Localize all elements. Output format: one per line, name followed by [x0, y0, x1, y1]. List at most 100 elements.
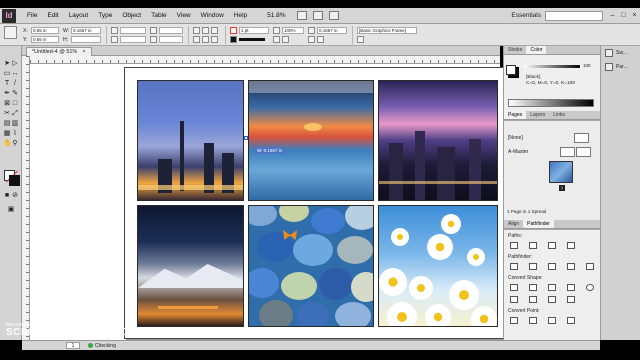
shear-field[interactable] — [159, 36, 183, 43]
stroke-color-icon[interactable] — [9, 175, 20, 186]
stroke-type-preview[interactable] — [239, 38, 265, 41]
minus-back-icon[interactable] — [586, 263, 594, 270]
menu-table[interactable]: Table — [146, 12, 172, 19]
tint-value[interactable]: 100 — [583, 63, 591, 68]
page-1-thumbnail[interactable] — [549, 161, 573, 183]
note-tool-icon[interactable]: ▦ — [3, 130, 11, 138]
add-shape-icon[interactable] — [510, 263, 518, 270]
scale-x-field[interactable] — [120, 27, 146, 34]
help-search-input[interactable] — [545, 10, 603, 21]
menu-file[interactable]: File — [22, 12, 42, 19]
gradient-feather-tool-icon[interactable]: ▥ — [11, 120, 19, 128]
flip-horizontal-icon[interactable] — [202, 27, 209, 34]
orthogonal-line-icon[interactable] — [567, 296, 575, 303]
view-options-icon[interactable] — [296, 11, 307, 20]
reverse-path-icon[interactable] — [567, 242, 575, 249]
minimize-icon[interactable]: – — [607, 12, 618, 19]
color-ramp[interactable] — [508, 99, 594, 107]
x-position-field[interactable]: 0.65 in — [31, 27, 59, 34]
inverse-rounded-icon[interactable] — [567, 284, 575, 291]
rectangle-frame-tool-icon[interactable]: ⊠ — [3, 100, 11, 108]
zoom-tool-icon[interactable]: ⚲ — [11, 140, 19, 148]
flip-vertical-icon[interactable] — [202, 36, 209, 43]
workspace-switcher[interactable]: Essentials — [511, 12, 545, 19]
photo-frame-sunset-ocean[interactable] — [248, 80, 374, 201]
maximize-icon[interactable]: □ — [618, 12, 629, 19]
plain-point-icon[interactable] — [510, 317, 518, 324]
page-tool-icon[interactable]: ▭ — [3, 70, 11, 78]
document-tab[interactable]: *Untitled-4 @ 51% × — [26, 47, 92, 56]
close-window-icon[interactable]: × — [629, 12, 640, 19]
document-page[interactable]: W: 0.1667 in — [124, 67, 512, 339]
pen-tool-icon[interactable]: ✒ — [3, 90, 11, 98]
tab-align[interactable]: Align — [504, 220, 523, 228]
drop-shadow-icon[interactable] — [273, 36, 280, 43]
gap-tool-icon[interactable]: ↔ — [11, 70, 19, 78]
apply-none-icon[interactable]: ⊘ — [11, 192, 19, 200]
free-transform-tool-icon[interactable]: ⤢ — [11, 110, 19, 118]
pencil-tool-icon[interactable]: ✎ — [11, 90, 19, 98]
menu-layout[interactable]: Layout — [64, 12, 94, 19]
apply-color-icon[interactable]: ■ — [3, 192, 11, 200]
stroke-weight-field[interactable]: 1 pt — [239, 27, 269, 34]
stroke-swatch-icon[interactable] — [230, 36, 237, 43]
photo-frame-pebbles-butterfly[interactable] — [248, 205, 374, 327]
scissors-tool-icon[interactable]: ✂ — [3, 110, 11, 118]
arrange-documents-icon[interactable] — [328, 11, 339, 20]
master-none[interactable]: [None] — [508, 135, 523, 141]
menu-help[interactable]: Help — [229, 12, 252, 19]
reference-point-icon[interactable] — [4, 26, 17, 39]
photo-frame-night-city[interactable] — [378, 80, 498, 201]
offset-field[interactable]: 0.1667 in — [317, 27, 347, 34]
triangle-shape-icon[interactable] — [510, 296, 518, 303]
fx-icon[interactable] — [273, 27, 280, 34]
photo-frame-city-skyline[interactable] — [137, 80, 244, 201]
exclude-overlap-icon[interactable] — [567, 263, 575, 270]
fit-proportionally-icon[interactable] — [317, 36, 324, 43]
beveled-rectangle-icon[interactable] — [548, 284, 556, 291]
ellipse-shape-icon[interactable] — [586, 284, 594, 291]
hand-tool-icon[interactable]: ✋ — [3, 140, 12, 148]
tab-pages[interactable]: Pages — [504, 111, 527, 119]
width-field[interactable]: 0.1667 in — [71, 27, 101, 34]
master-a[interactable]: A-Master — [508, 149, 528, 155]
symmetrical-point-icon[interactable] — [567, 317, 575, 324]
height-field[interactable] — [71, 36, 101, 43]
rectangle-shape-icon[interactable] — [510, 284, 518, 291]
rotate-ccw-icon[interactable] — [193, 36, 200, 43]
rectangle-tool-icon[interactable]: □ — [11, 100, 19, 108]
line-tool-icon[interactable]: / — [11, 80, 19, 88]
menu-edit[interactable]: Edit — [42, 12, 63, 19]
tint-slider[interactable] — [524, 65, 580, 68]
a-master-right-thumbnail[interactable] — [576, 147, 591, 157]
gradient-tool-icon[interactable]: ▤ — [3, 120, 11, 128]
direct-selection-tool-icon[interactable]: ▷ — [11, 60, 19, 68]
tab-links[interactable]: Links — [549, 111, 569, 119]
close-tab-icon[interactable]: × — [82, 48, 85, 56]
rounded-rectangle-icon[interactable] — [529, 284, 537, 291]
photo-frame-daisies[interactable] — [378, 205, 498, 327]
tab-pathfinder[interactable]: Pathfinder — [523, 220, 554, 228]
menu-type[interactable]: Type — [93, 12, 117, 19]
preflight-status[interactable]: Checking — [95, 343, 116, 349]
none-master-thumbnail[interactable] — [574, 133, 589, 143]
select-container-icon[interactable] — [211, 27, 218, 34]
type-tool-icon[interactable]: T — [3, 80, 11, 88]
auto-fit-checkbox[interactable] — [357, 36, 364, 43]
page-number-field[interactable]: 1 — [66, 342, 80, 349]
selection-tool-icon[interactable]: ➤ — [3, 60, 11, 68]
y-position-field[interactable]: 0.65 in — [31, 36, 59, 43]
fill-color-swatch[interactable] — [506, 65, 516, 75]
menu-object[interactable]: Object — [117, 12, 146, 19]
text-wrap-icon[interactable] — [308, 27, 315, 34]
a-master-left-thumbnail[interactable] — [560, 147, 575, 157]
scale-y-field[interactable] — [120, 36, 146, 43]
swatches-panel-button[interactable]: Sw... — [601, 46, 640, 60]
menu-view[interactable]: View — [172, 12, 196, 19]
object-style-dropdown[interactable]: [Basic Graphics Frame] — [357, 27, 417, 34]
fitting-icon[interactable] — [308, 36, 315, 43]
gap-handle[interactable] — [244, 136, 248, 140]
smooth-point-icon[interactable] — [548, 317, 556, 324]
zoom-level[interactable]: 51.8% — [262, 12, 290, 19]
tab-layers[interactable]: Layers — [526, 111, 549, 119]
